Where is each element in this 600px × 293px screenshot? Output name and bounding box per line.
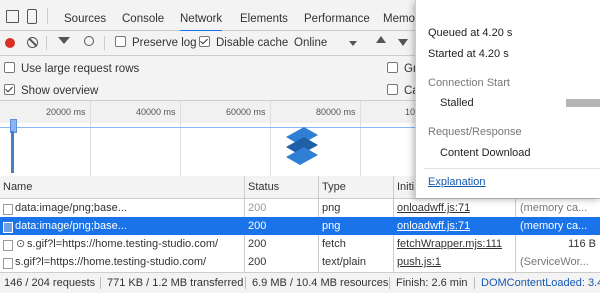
column-initiator[interactable]: Initi <box>397 176 414 198</box>
status-divider <box>474 277 475 289</box>
row-status: 200 <box>248 220 267 232</box>
watermark-logo <box>286 127 318 165</box>
capture-checkbox[interactable]: Ca <box>387 84 419 97</box>
disable-cache-label: Disable cache <box>216 37 289 49</box>
stalled-bar <box>566 99 600 107</box>
tab-console[interactable]: Console <box>122 0 164 30</box>
overview-selection-line <box>0 127 420 128</box>
overview-bar <box>11 131 14 173</box>
stalled-label: Stalled <box>440 97 474 109</box>
filter-icon[interactable] <box>58 37 70 44</box>
throttling-value: Online <box>294 37 328 49</box>
queued-at: Queued at 4.20 s <box>428 27 513 39</box>
row-initiator-link[interactable]: push.js:1 <box>397 253 441 271</box>
preserve-log-checkbox[interactable]: Preserve log <box>115 31 197 55</box>
tick-label: 20000 ms <box>46 107 86 117</box>
table-row[interactable]: data:image/png;base... 200 png onloadwff… <box>0 199 600 217</box>
record-icon[interactable] <box>5 38 15 48</box>
row-size: (memory ca... <box>520 220 588 232</box>
large-rows-checkbox[interactable]: Use large request rows <box>4 62 139 75</box>
throttling-select[interactable]: Online <box>294 31 327 55</box>
content-download-label: Content Download <box>440 147 531 159</box>
row-status: 200 <box>248 238 267 250</box>
file-icon <box>3 240 13 251</box>
row-type: png <box>322 202 341 214</box>
inspect-element-icon[interactable] <box>6 10 19 23</box>
row-size: (memory ca... <box>520 202 588 214</box>
explanation-link[interactable]: Explanation <box>428 176 486 188</box>
grid-line <box>270 101 271 177</box>
export-har-icon[interactable] <box>398 39 408 46</box>
preserve-log-label: Preserve log <box>132 37 197 49</box>
request-response-heading: Request/Response <box>428 126 522 138</box>
search-icon[interactable] <box>84 36 94 46</box>
fetch-icon: ⊙ <box>16 238 26 250</box>
checkbox-box[interactable] <box>387 62 398 73</box>
row-name: s.gif?l=https://home.testing-studio.com/ <box>15 256 207 268</box>
request-count: 146 / 204 requests <box>4 277 96 289</box>
chevron-down-icon[interactable] <box>349 41 357 46</box>
row-initiator-link[interactable]: onloadwff.js:71 <box>397 199 470 217</box>
status-divider <box>245 277 246 289</box>
row-type: png <box>322 220 341 232</box>
grid-line <box>90 101 91 177</box>
tab-network[interactable]: Network <box>180 0 223 32</box>
show-overview-checkbox[interactable]: Show overview <box>4 84 98 97</box>
file-icon <box>3 258 13 269</box>
resources-size: 6.9 MB / 10.4 MB resources <box>252 277 389 289</box>
row-size: (ServiceWor... <box>520 256 589 268</box>
timing-tooltip: Queued at 4.20 s Started at 4.20 s Conne… <box>415 0 600 198</box>
image-file-icon <box>3 204 13 215</box>
connection-start-heading: Connection Start <box>428 77 510 89</box>
row-name: data:image/png;base... <box>15 220 127 232</box>
row-size: 116 B <box>568 238 596 250</box>
clear-icon[interactable] <box>27 37 38 48</box>
checkbox-box[interactable] <box>4 62 15 73</box>
disable-cache-checkbox[interactable]: Disable cache <box>199 31 288 55</box>
status-bar: 146 / 204 requests 771 KB / 1.2 MB trans… <box>0 272 600 293</box>
image-file-icon <box>3 222 13 233</box>
row-status: 200 <box>248 202 267 214</box>
grid-line <box>360 101 361 177</box>
dom-content-loaded-time: DOMContentLoaded: 3.45 <box>481 277 600 289</box>
column-name[interactable]: Name <box>3 176 32 198</box>
finish-time: Finish: 2.6 min <box>396 277 468 289</box>
row-initiator-link[interactable]: fetchWrapper.mjs:111 <box>397 235 502 253</box>
show-overview-label: Show overview <box>21 85 99 97</box>
row-status: 200 <box>248 256 267 268</box>
grid-line <box>180 101 181 177</box>
started-at: Started at 4.20 s <box>428 48 509 60</box>
tick-label: 80000 ms <box>316 107 356 117</box>
row-name: data:image/png;base... <box>15 202 127 214</box>
tick-label: 40000 ms <box>136 107 176 117</box>
import-har-icon[interactable] <box>376 36 386 43</box>
transferred-size: 771 KB / 1.2 MB transferred <box>107 277 244 289</box>
tab-memory[interactable]: Memo <box>383 0 415 30</box>
status-divider <box>389 277 390 289</box>
column-status[interactable]: Status <box>248 176 279 198</box>
row-type: fetch <box>322 238 346 250</box>
checkbox-box[interactable] <box>4 84 15 95</box>
device-toolbar-icon[interactable] <box>27 9 37 24</box>
table-row-selected[interactable]: data:image/png;base... 200 png onloadwff… <box>0 217 600 235</box>
checkbox-box[interactable] <box>199 36 210 47</box>
divider <box>424 168 600 169</box>
tick-label: 60000 ms <box>226 107 266 117</box>
tab-sources[interactable]: Sources <box>64 0 106 30</box>
table-row[interactable]: ⊙ s.gif?l=https://home.testing-studio.co… <box>0 235 600 253</box>
table-row[interactable]: s.gif?l=https://home.testing-studio.com/… <box>0 253 600 271</box>
row-initiator-link[interactable]: onloadwff.js:71 <box>397 217 470 235</box>
checkbox-box[interactable] <box>115 36 126 47</box>
group-checkbox[interactable]: Gr <box>387 62 417 75</box>
row-type: text/plain <box>322 256 367 268</box>
row-name: s.gif?l=https://home.testing-studio.com/ <box>27 238 219 250</box>
status-divider <box>100 277 101 289</box>
large-rows-label: Use large request rows <box>21 63 140 75</box>
tab-performance[interactable]: Performance <box>304 0 370 30</box>
column-type[interactable]: Type <box>322 176 346 198</box>
checkbox-box[interactable] <box>387 84 398 95</box>
tab-elements[interactable]: Elements <box>240 0 288 30</box>
